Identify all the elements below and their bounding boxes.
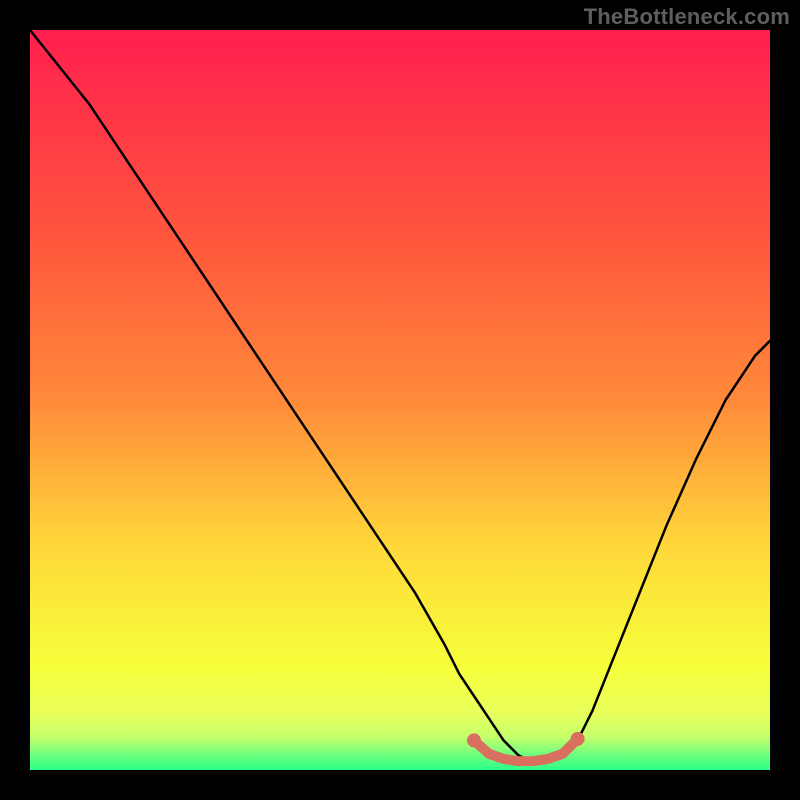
watermark-text: TheBottleneck.com (584, 4, 790, 30)
chart-plot (30, 30, 770, 770)
chart-background (30, 30, 770, 770)
optimal-range-end-dot (571, 732, 585, 746)
chart-svg (30, 30, 770, 770)
optimal-range-start-dot (467, 733, 481, 747)
